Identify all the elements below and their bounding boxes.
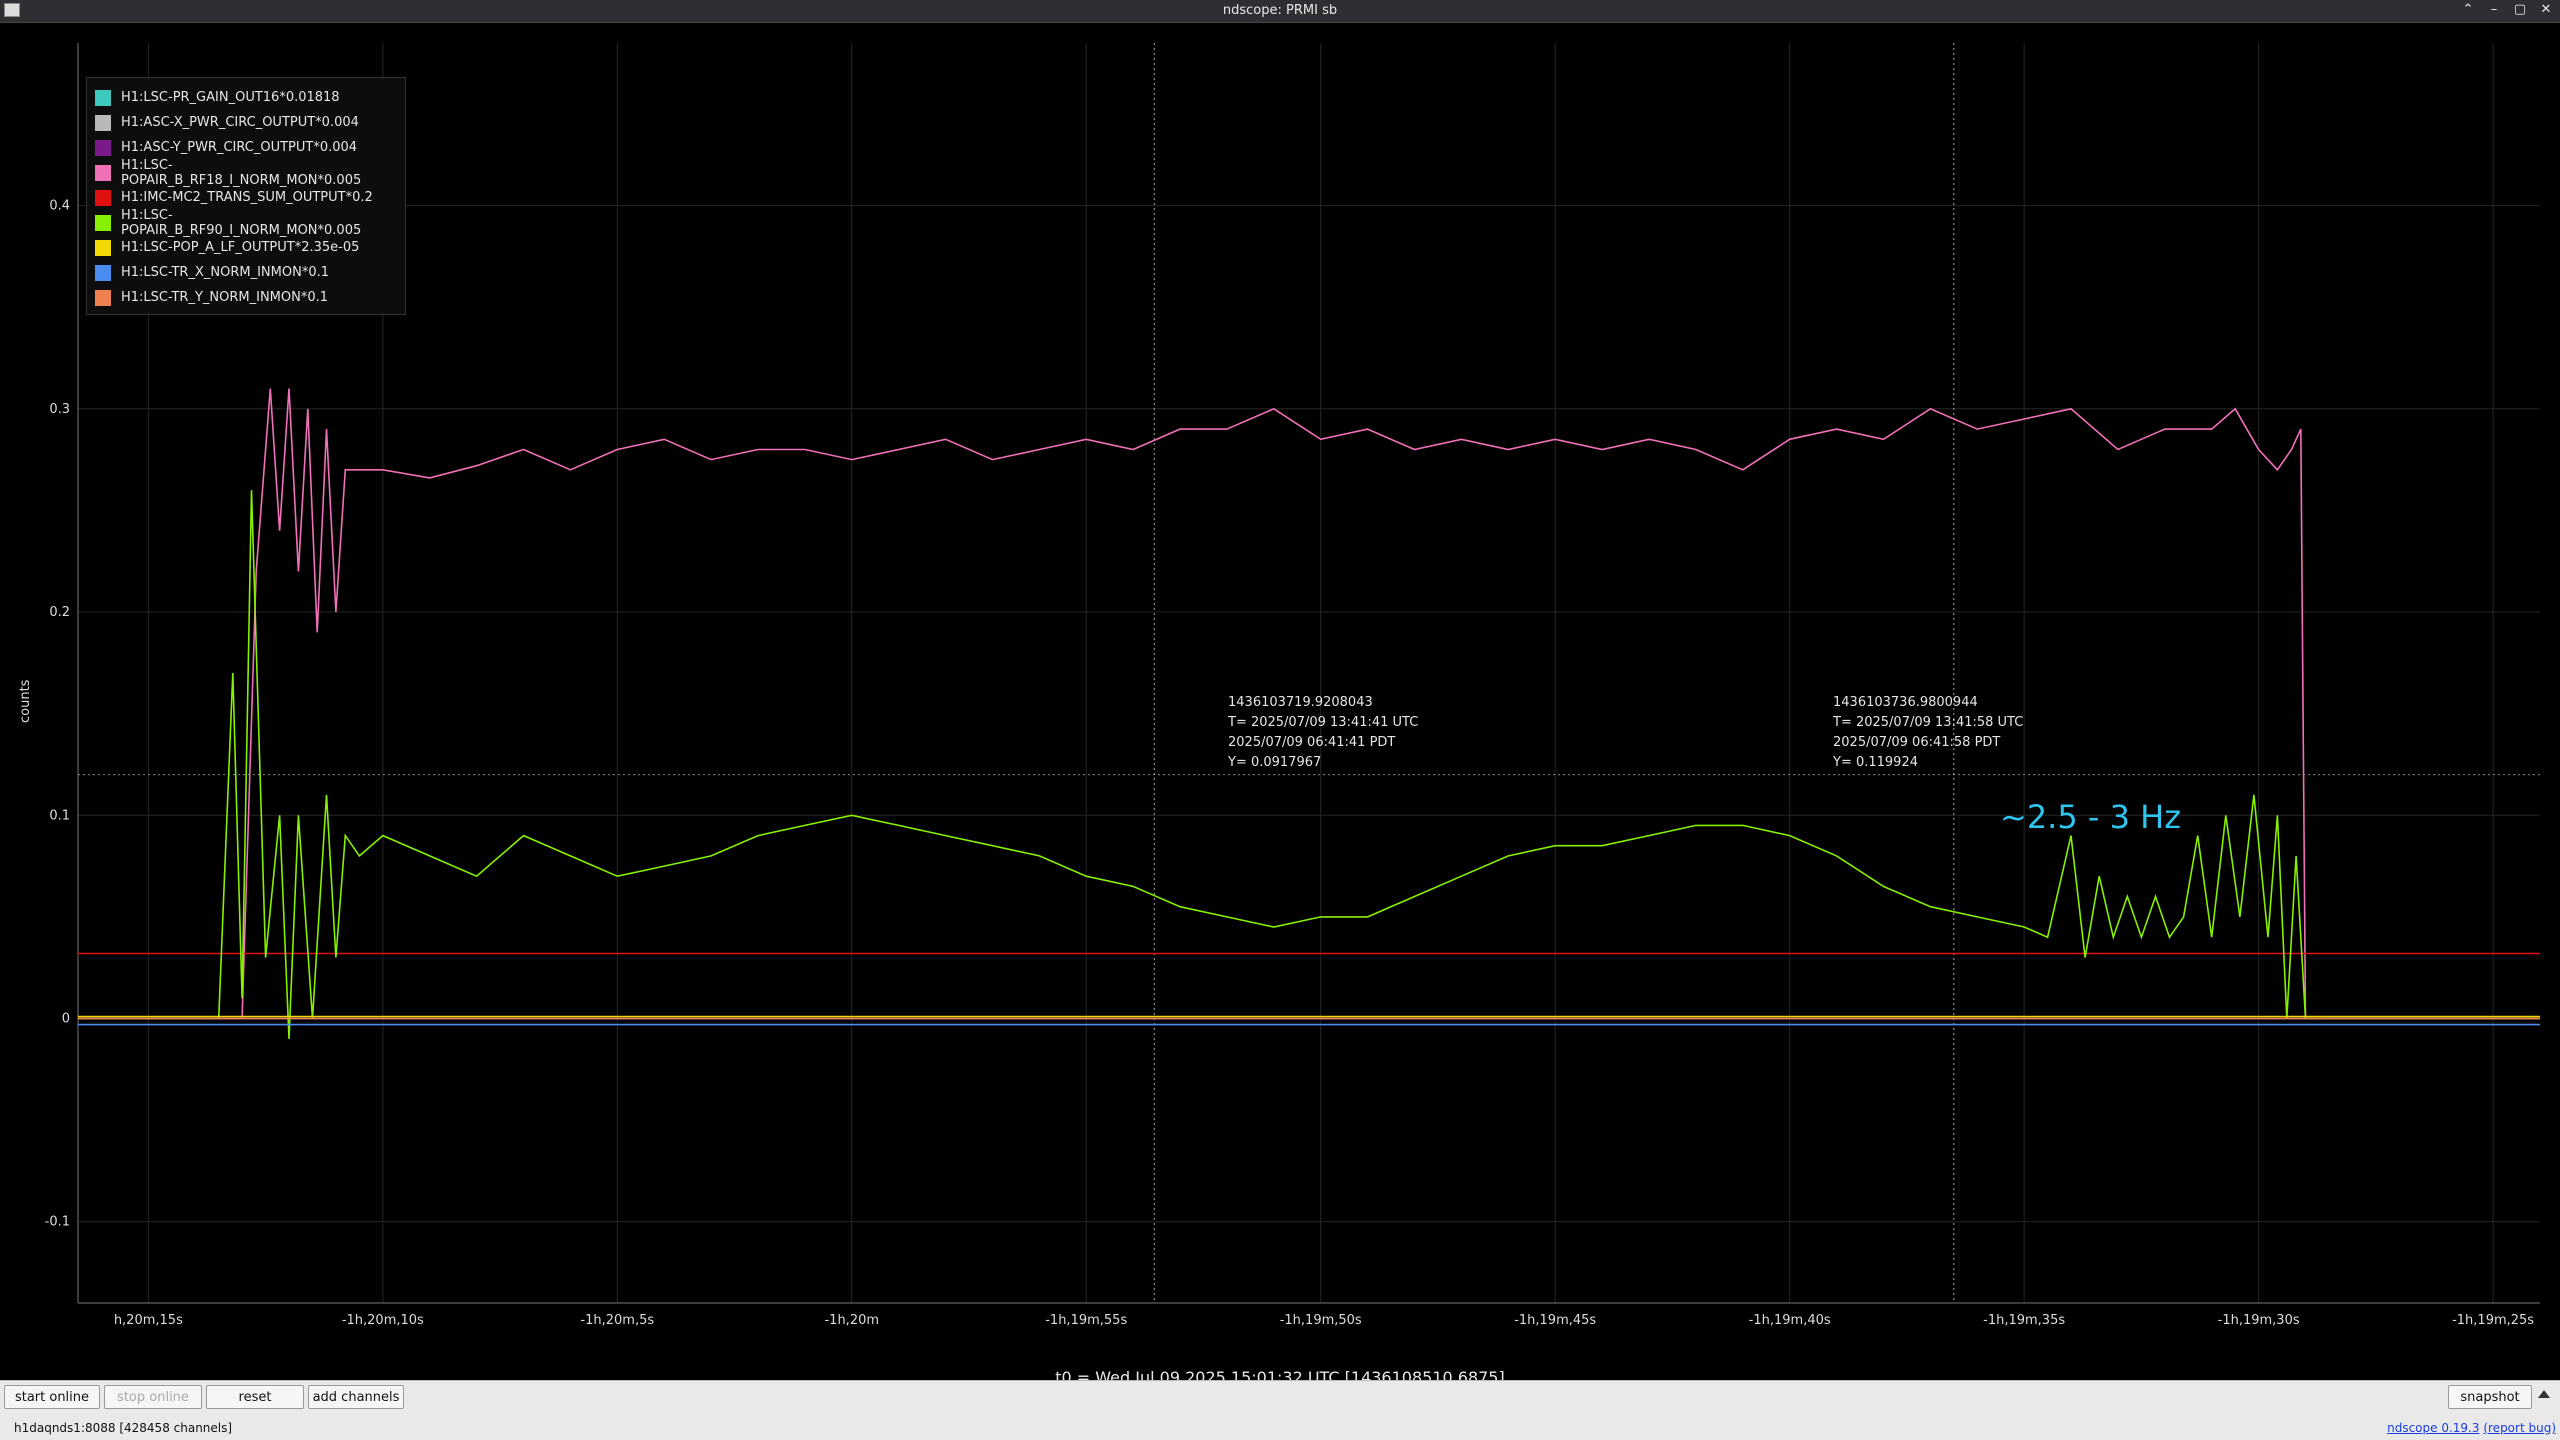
legend-label: H1:LSC-POPAIR_B_RF18_I_NORM_MON*0.005: [121, 157, 362, 188]
legend-entry[interactable]: H1:LSC-PR_GAIN_OUT16*0.01818: [95, 85, 405, 110]
legend-label: H1:LSC-PR_GAIN_OUT16*0.01818: [121, 90, 340, 105]
legend-swatch: [95, 289, 111, 306]
legend-swatch: [95, 264, 111, 281]
expand-arrow-icon[interactable]: [2538, 1390, 2550, 1398]
legend-swatch: [95, 239, 111, 256]
legend-entry[interactable]: H1:LSC-POPAIR_B_RF18_I_NORM_MON*0.005: [95, 157, 405, 188]
x-tick-label: -1h,19m,45s: [1514, 1313, 1596, 1328]
y-tick-label: 0.4: [49, 199, 70, 214]
window-title: ndscope: PRMI sb: [1222, 3, 1338, 18]
y-tick-label: 0: [62, 1011, 70, 1026]
x-tick-label: -1h,20m: [824, 1313, 879, 1328]
x-tick-label: -1h,20m,10s: [342, 1313, 424, 1328]
legend-swatch: [95, 139, 111, 156]
legend-swatch: [95, 189, 111, 206]
legend-entry[interactable]: H1:LSC-POPAIR_B_RF90_I_NORM_MON*0.005: [95, 207, 405, 238]
title-bar: ndscope: PRMI sb ⌃ – ▢ ✕: [0, 0, 2560, 23]
frequency-annotation: ~2.5 - 3 Hz: [2000, 798, 2181, 836]
cursor-2-label: 1436103736.9800944 T= 2025/07/09 13:41:5…: [1833, 695, 2024, 770]
x-tick-label: -1h,20m,5s: [580, 1313, 654, 1328]
toolbar: start online stop online reset add chann…: [0, 1380, 2560, 1417]
start-online-button[interactable]: start online: [4, 1385, 100, 1409]
y-tick-label: -0.1: [45, 1215, 70, 1230]
plot-area[interactable]: -0.1 0 0.1 0.2 0.3 0.4 h,20m,15s -1h,20m,10s -1h…: [0, 23, 2560, 1387]
legend-entry[interactable]: H1:LSC-POP_A_LF_OUTPUT*2.35e-05: [95, 235, 405, 260]
legend-label: H1:LSC-POP_A_LF_OUTPUT*2.35e-05: [121, 240, 360, 255]
status-bar: h1daqnds1:8088 [428458 channels] ndscope…: [0, 1416, 2560, 1440]
window-controls: ⌃ – ▢ ✕: [2460, 2, 2554, 17]
legend-entry[interactable]: H1:ASC-X_PWR_CIRC_OUTPUT*0.004: [95, 110, 405, 135]
legend-entry[interactable]: H1:IMC-MC2_TRANS_SUM_OUTPUT*0.2: [95, 185, 405, 210]
close-icon[interactable]: ✕: [2538, 2, 2554, 17]
x-tick-label: -1h,19m,35s: [1983, 1313, 2065, 1328]
y-tick-label: 0.3: [49, 402, 70, 417]
legend-swatch: [95, 114, 111, 131]
legend-label: H1:LSC-TR_Y_NORM_INMON*0.1: [121, 290, 329, 305]
x-tick-label: h,20m,15s: [114, 1313, 183, 1328]
reset-button[interactable]: reset: [206, 1385, 304, 1409]
legend-label: H1:IMC-MC2_TRANS_SUM_OUTPUT*0.2: [121, 190, 373, 205]
server-status: h1daqnds1:8088 [428458 channels]: [14, 1421, 233, 1435]
y-tick-label: 0.1: [49, 808, 70, 823]
minimize-icon[interactable]: –: [2486, 2, 2502, 17]
legend-entry[interactable]: H1:ASC-Y_PWR_CIRC_OUTPUT*0.004: [95, 135, 405, 160]
legend-label: H1:ASC-Y_PWR_CIRC_OUTPUT*0.004: [121, 140, 358, 155]
snapshot-button[interactable]: snapshot: [2448, 1385, 2532, 1409]
x-tick-label: -1h,19m,50s: [1280, 1313, 1362, 1328]
x-tick-label: -1h,19m,25s: [2452, 1313, 2534, 1328]
legend-entry[interactable]: H1:LSC-TR_Y_NORM_INMON*0.1: [95, 285, 405, 310]
y-axis-label: counts: [18, 679, 33, 723]
version-link[interactable]: ndscope 0.19.3: [2387, 1421, 2479, 1435]
x-tick-label: -1h,19m,40s: [1749, 1313, 1831, 1328]
legend-label: H1:LSC-POPAIR_B_RF90_I_NORM_MON*0.005: [121, 207, 362, 238]
stop-online-button[interactable]: stop online: [104, 1385, 202, 1409]
legend-swatch: [95, 214, 111, 231]
shade-icon[interactable]: ⌃: [2460, 2, 2476, 17]
maximize-icon[interactable]: ▢: [2512, 2, 2528, 17]
report-bug-link[interactable]: (report bug): [2483, 1421, 2556, 1435]
legend: H1:LSC-PR_GAIN_OUT16*0.01818 H1:ASC-X_PWR…: [86, 77, 406, 315]
version-info: ndscope 0.19.3 (report bug): [2387, 1421, 2556, 1435]
x-tick-label: -1h,19m,30s: [2218, 1313, 2300, 1328]
legend-swatch: [95, 164, 111, 181]
legend-label: H1:ASC-X_PWR_CIRC_OUTPUT*0.004: [121, 115, 359, 130]
legend-swatch: [95, 89, 111, 106]
x-tick-label: -1h,19m,55s: [1045, 1313, 1127, 1328]
legend-label: H1:LSC-TR_X_NORM_INMON*0.1: [121, 265, 329, 280]
y-tick-label: 0.2: [49, 605, 70, 620]
add-channels-button[interactable]: add channels: [308, 1385, 404, 1409]
cursor-1-label: 1436103719.9208043 T= 2025/07/09 13:41:4…: [1228, 695, 1419, 770]
legend-entry[interactable]: H1:LSC-TR_X_NORM_INMON*0.1: [95, 260, 405, 285]
